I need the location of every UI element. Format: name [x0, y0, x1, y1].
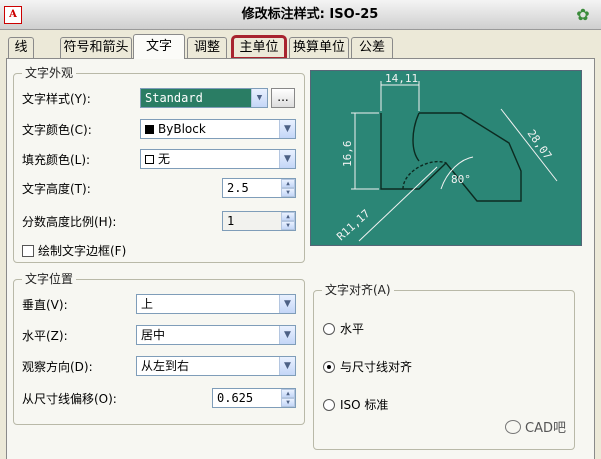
color-swatch	[145, 125, 154, 134]
tab-lines[interactable]: 线	[8, 37, 34, 58]
spin-up-icon[interactable]: ▲	[281, 389, 295, 398]
chevron-down-icon[interactable]: ▼	[251, 89, 267, 107]
preview-inner-arc	[402, 161, 447, 190]
align-horizontal-label: 水平	[340, 322, 365, 336]
text-height-value: 2.5	[227, 181, 249, 195]
spin-down-icon[interactable]: ▼	[281, 398, 295, 407]
spin-up-icon[interactable]: ▲	[281, 179, 295, 188]
fraction-scale-label: 分数高度比例(H):	[22, 215, 117, 229]
draw-frame-checkbox[interactable]	[22, 245, 34, 257]
fill-color-label: 填充颜色(L):	[22, 153, 91, 167]
dim-angle-text: 80°	[451, 173, 471, 186]
fill-color-value: 无	[158, 152, 171, 166]
group-title: 文字外观	[22, 65, 77, 81]
browse-style-button[interactable]: ...	[271, 88, 295, 108]
wechat-icon	[505, 420, 521, 434]
preview-arc	[412, 112, 420, 162]
horizontal-label: 水平(Z):	[22, 329, 68, 343]
align-with-dimline-label: 与尺寸线对齐	[340, 360, 413, 374]
vertical-value: 上	[141, 297, 154, 311]
align-iso-label: ISO 标准	[340, 398, 389, 412]
fill-color-select[interactable]: 无 ▼	[140, 149, 296, 169]
spin-down-icon[interactable]: ▼	[281, 188, 295, 197]
align-iso-radio[interactable]	[323, 399, 335, 411]
chevron-down-icon[interactable]: ▼	[279, 326, 295, 344]
offset-value: 0.625	[217, 391, 254, 405]
tab-fit[interactable]: 调整	[187, 37, 227, 58]
dim-radius-text: R11,17	[334, 207, 372, 243]
dim-top-text: 14,11	[385, 72, 418, 85]
spin-down-icon[interactable]: ▼	[281, 221, 295, 230]
gear-icon[interactable]: ✿	[572, 5, 594, 25]
chevron-down-icon[interactable]: ▼	[279, 357, 295, 375]
vertical-select[interactable]: 上 ▼	[136, 294, 296, 314]
tab-symbols-arrows[interactable]: 符号和箭头	[60, 37, 132, 58]
spin-up-icon[interactable]: ▲	[281, 212, 295, 221]
fraction-scale-value: 1	[227, 214, 235, 228]
horizontal-value: 居中	[141, 328, 166, 342]
dim-left-text: 16,6	[341, 141, 354, 168]
horizontal-select[interactable]: 居中 ▼	[136, 325, 296, 345]
offset-label: 从尺寸线偏移(O):	[22, 392, 117, 406]
align-horizontal-radio[interactable]	[323, 323, 335, 335]
text-color-select[interactable]: ByBlock ▼	[140, 119, 296, 139]
text-color-value: ByBlock	[158, 122, 206, 136]
vertical-label: 垂直(V):	[22, 298, 68, 312]
tab-alternate-units[interactable]: 换算单位	[289, 37, 349, 58]
chevron-down-icon[interactable]: ▼	[279, 150, 295, 168]
watermark: CAD吧	[505, 420, 566, 438]
watermark-text: CAD吧	[525, 421, 566, 436]
view-direction-value: 从左到右	[141, 359, 190, 373]
app-logo-icon: A	[4, 6, 22, 24]
window-title: 修改标注样式: ISO-25	[241, 7, 379, 22]
chevron-down-icon[interactable]: ▼	[279, 295, 295, 313]
tab-tolerances[interactable]: 公差	[351, 37, 393, 58]
chevron-down-icon[interactable]: ▼	[279, 120, 295, 138]
view-direction-label: 观察方向(D):	[22, 360, 93, 374]
align-with-dimline-radio[interactable]	[323, 361, 335, 373]
text-style-label: 文字样式(Y):	[22, 92, 91, 106]
fraction-scale-spinner[interactable]: 1 ▲ ▼	[222, 211, 296, 231]
dimension-preview-drawing: 14,11 16,6 28,07 80° R11,17	[334, 72, 558, 243]
text-height-spinner[interactable]: 2.5 ▲ ▼	[222, 178, 296, 198]
group-title: 文字位置	[22, 271, 77, 287]
tab-text[interactable]: 文字	[133, 34, 185, 59]
text-style-select[interactable]: Standard ▼	[140, 88, 268, 108]
text-style-value: Standard	[145, 91, 203, 105]
view-direction-select[interactable]: 从左到右 ▼	[136, 356, 296, 376]
text-color-label: 文字颜色(C):	[22, 123, 92, 137]
tab-primary-units[interactable]: 主单位	[231, 35, 287, 60]
offset-spinner[interactable]: 0.625 ▲ ▼	[212, 388, 296, 408]
text-height-label: 文字高度(T):	[22, 182, 91, 196]
title-bar: A 修改标注样式: ISO-25 ✿	[0, 0, 601, 30]
preview-pane: 14,11 16,6 28,07 80° R11,17	[310, 70, 582, 246]
group-title: 文字对齐(A)	[322, 282, 394, 298]
color-swatch	[145, 155, 154, 164]
draw-frame-label: 绘制文字边框(F)	[38, 244, 127, 258]
preview-part-outline	[380, 112, 522, 202]
radius-dimension-line	[358, 166, 438, 242]
